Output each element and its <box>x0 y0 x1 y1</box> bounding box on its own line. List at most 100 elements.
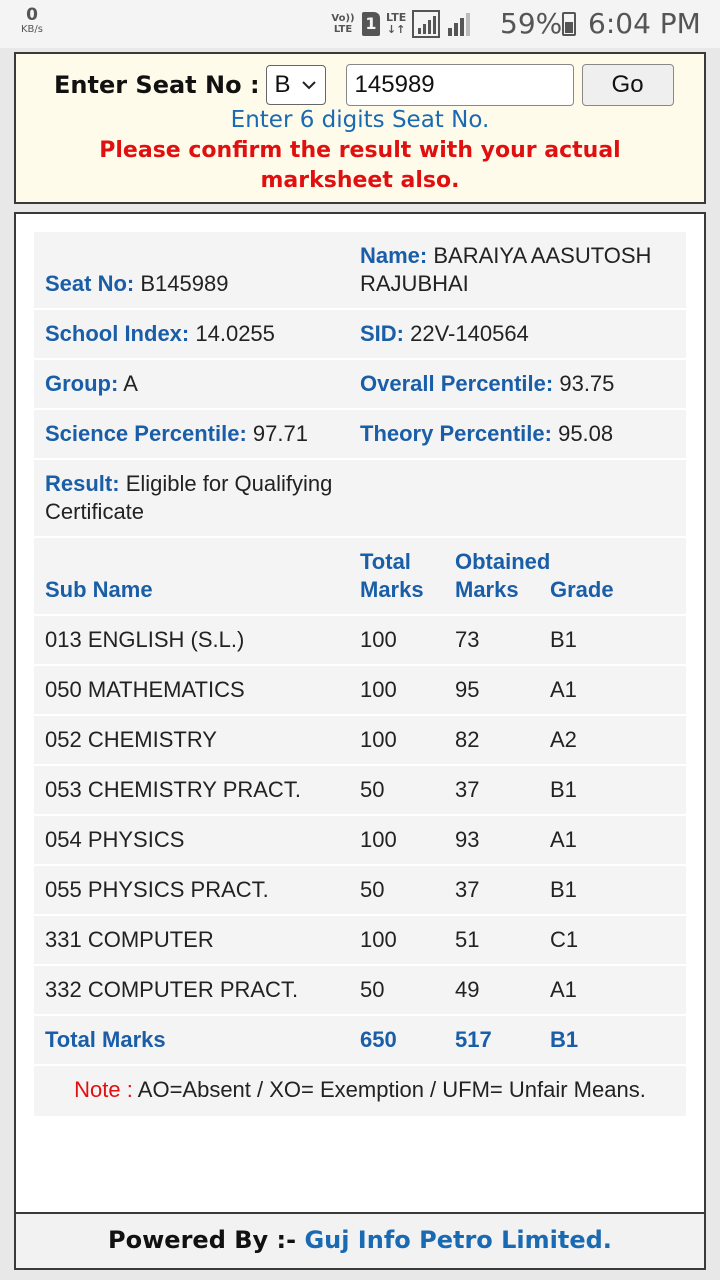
network-label: LTE <box>386 11 407 24</box>
chevron-down-icon <box>301 81 316 90</box>
subject-name: 055 PHYSICS PRACT. <box>45 877 269 902</box>
header-sub-name: Sub Name <box>45 577 153 602</box>
lte-icon: LTE ↓↑ <box>386 11 407 36</box>
sid-info: SID: 22V-140564 <box>360 320 529 348</box>
subject-total: 50 <box>360 977 385 1002</box>
battery-percent: 59% <box>500 7 563 40</box>
science-percentile-value: 97.71 <box>252 421 308 446</box>
subject-name: 050 MATHEMATICS <box>45 677 245 702</box>
header-total-marks: Total Marks <box>360 549 424 602</box>
result-card: Seat No: B145989 Name: BARAIYA AASUTOSH … <box>14 212 706 1214</box>
school-index-info: School Index: 14.0255 <box>45 320 275 348</box>
result-panel: Seat No: B145989 Name: BARAIYA AASUTOSH … <box>34 232 686 1116</box>
data-speed-unit: KB/s <box>21 24 43 35</box>
result-label: Result: <box>45 471 120 496</box>
science-percentile-label: Science Percentile: <box>45 421 247 446</box>
confirm-warning: Please confirm the result with your actu… <box>99 138 621 193</box>
marks-row: 052 CHEMISTRY 100 82 A2 <box>34 716 686 766</box>
info-row-science-theory: Science Percentile: 97.71 Theory Percent… <box>34 410 686 460</box>
group-info: Group: A <box>45 370 138 398</box>
volte-icon: Vo)) LTE <box>330 13 356 35</box>
info-row-seat-name: Seat No: B145989 Name: BARAIYA AASUTOSH … <box>34 232 686 310</box>
note: Note : AO=Absent / XO= Exemption / UFM= … <box>34 1076 686 1104</box>
seat-info: Seat No: B145989 <box>45 270 228 298</box>
school-index-label: School Index: <box>45 321 190 346</box>
seat-hint: Enter 6 digits Seat No. <box>230 107 490 133</box>
theory-percentile-info: Theory Percentile: 95.08 <box>360 420 613 448</box>
seat-info-value: B145989 <box>140 271 229 296</box>
marks-row: 053 CHEMISTRY PRACT. 50 37 B1 <box>34 766 686 816</box>
seat-input-row: Enter Seat No : B 145989 Go <box>54 64 674 106</box>
school-index-value: 14.0255 <box>195 321 275 346</box>
overall-percentile-label: Overall Percentile: <box>360 371 554 396</box>
name-info-label: Name: <box>360 243 428 268</box>
subject-grade: B1 <box>550 627 577 652</box>
subject-grade: A1 <box>550 977 577 1002</box>
subject-grade: A1 <box>550 827 577 852</box>
theory-percentile-value: 95.08 <box>558 421 614 446</box>
overall-percentile-info: Overall Percentile: 93.75 <box>360 370 614 398</box>
group-value: A <box>123 371 138 396</box>
sid-value: 22V-140564 <box>410 321 529 346</box>
subject-grade: B1 <box>550 877 577 902</box>
result-info: Result: Eligible for Qualifying Certific… <box>45 470 365 526</box>
signal-strength-icon <box>448 13 471 36</box>
marks-total-row: Total Marks 650 517 B1 <box>34 1016 686 1066</box>
subject-grade: A1 <box>550 677 577 702</box>
info-row-school-sid: School Index: 14.0255 SID: 22V-140564 <box>34 310 686 360</box>
data-speed-indicator: 0 KB/s <box>14 6 50 36</box>
marks-row: 050 MATHEMATICS 100 95 A1 <box>34 666 686 716</box>
seat-info-label: Seat No: <box>45 271 135 296</box>
marks-row: 331 COMPUTER 100 51 C1 <box>34 916 686 966</box>
subject-obtained: 49 <box>455 977 480 1002</box>
seat-number-input[interactable]: 145989 <box>345 64 574 106</box>
subject-grade: C1 <box>550 927 579 952</box>
subject-total: 100 <box>360 727 397 752</box>
subject-total: 100 <box>360 827 397 852</box>
seat-series-select[interactable]: B <box>265 65 326 105</box>
name-info: Name: BARAIYA AASUTOSH RAJUBHAI <box>360 242 680 298</box>
status-icons: Vo)) LTE 1 LTE ↓↑ <box>330 8 474 40</box>
header-grade: Grade <box>550 577 614 602</box>
subject-obtained: 37 <box>455 777 480 802</box>
volte-label: Vo)) LTE <box>331 13 355 35</box>
total-marks-obtained: 517 <box>455 1027 492 1052</box>
seat-number-label: Enter Seat No : <box>54 71 260 99</box>
subject-obtained: 37 <box>455 877 480 902</box>
marks-row: 332 COMPUTER PRACT. 50 49 A1 <box>34 966 686 1016</box>
subject-name: 013 ENGLISH (S.L.) <box>45 627 245 652</box>
marks-row: 013 ENGLISH (S.L.) 100 73 B1 <box>34 616 686 666</box>
powered-by-company: Guj Info Petro Limited. <box>304 1226 612 1254</box>
note-text: AO=Absent / XO= Exemption / UFM= Unfair … <box>137 1077 646 1102</box>
subject-obtained: 82 <box>455 727 480 752</box>
subject-name: 053 CHEMISTRY PRACT. <box>45 777 301 802</box>
science-percentile-info: Science Percentile: 97.71 <box>45 420 308 448</box>
subject-obtained: 51 <box>455 927 480 952</box>
battery-icon <box>562 12 576 36</box>
theory-percentile-label: Theory Percentile: <box>360 421 552 446</box>
subject-obtained: 93 <box>455 827 480 852</box>
sid-label: SID: <box>360 321 404 346</box>
data-speed-value: 0 <box>26 5 38 25</box>
subject-total: 100 <box>360 677 397 702</box>
total-marks-total: 650 <box>360 1027 397 1052</box>
marks-row: 054 PHYSICS 100 93 A1 <box>34 816 686 866</box>
subject-total: 100 <box>360 927 397 952</box>
signal-box-icon <box>412 10 441 38</box>
subject-grade: A2 <box>550 727 577 752</box>
subject-obtained: 73 <box>455 627 480 652</box>
note-row: Note : AO=Absent / XO= Exemption / UFM= … <box>34 1066 686 1116</box>
marks-row: 055 PHYSICS PRACT. 50 37 B1 <box>34 866 686 916</box>
header-obtained-marks: Obtained Marks <box>455 549 551 602</box>
go-button[interactable]: Go <box>581 64 674 106</box>
clock: 6:04 PM <box>588 7 701 40</box>
subject-grade: B1 <box>550 777 577 802</box>
info-row-result: Result: Eligible for Qualifying Certific… <box>34 460 686 538</box>
subject-obtained: 95 <box>455 677 480 702</box>
marks-table-header: Sub Name Total Marks Obtained Marks Grad… <box>34 538 686 616</box>
subject-name: 331 COMPUTER <box>45 927 214 952</box>
overall-percentile-value: 93.75 <box>559 371 615 396</box>
subject-total: 50 <box>360 777 385 802</box>
total-marks-grade: B1 <box>550 1027 579 1052</box>
total-marks-label: Total Marks <box>45 1027 166 1052</box>
